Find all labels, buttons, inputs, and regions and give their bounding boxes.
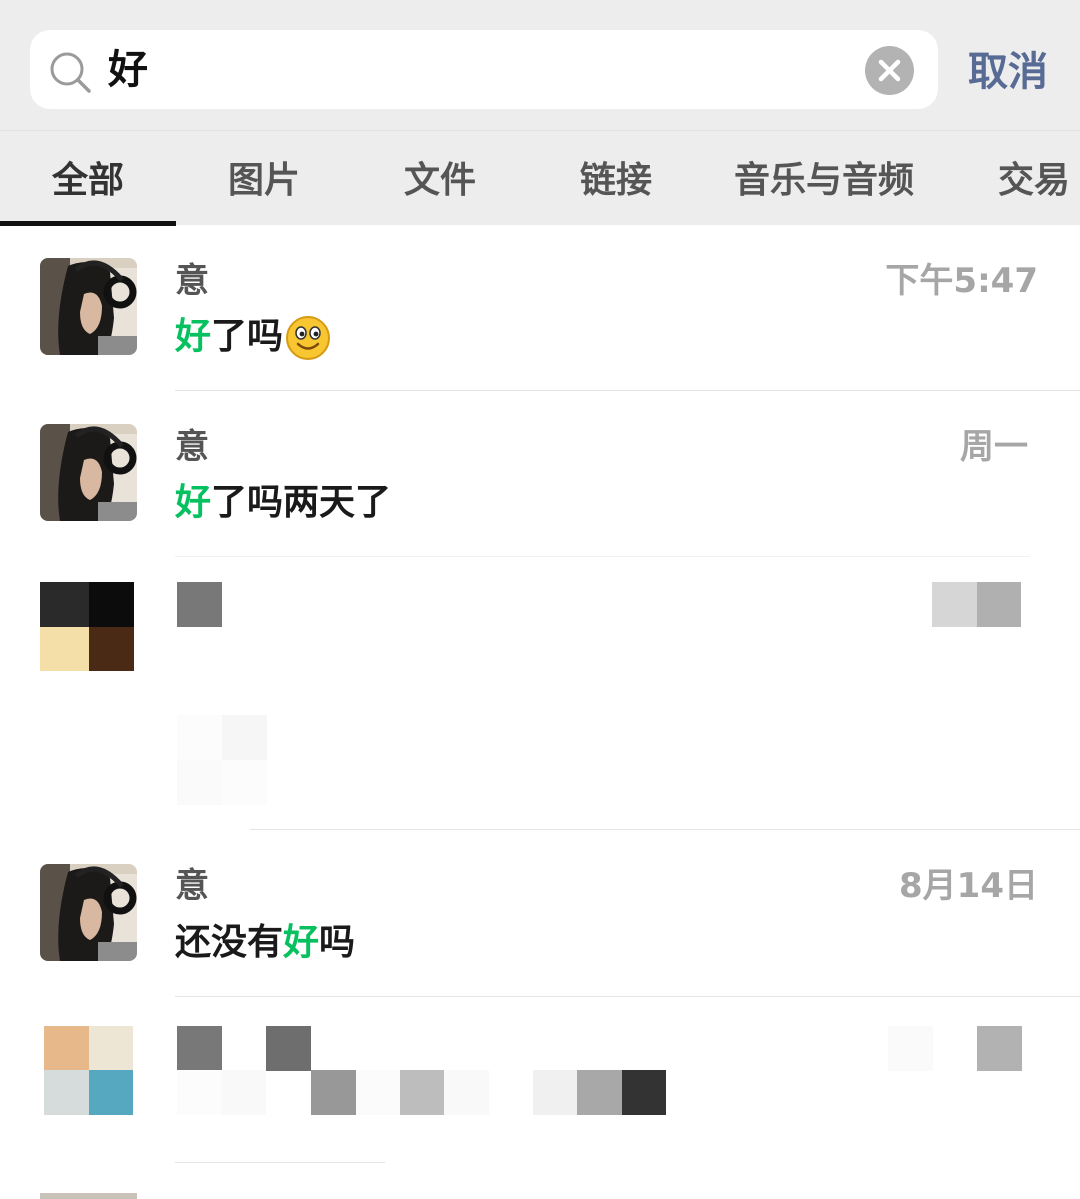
search-result-item[interactable] [0, 997, 1080, 1162]
censored-message [177, 1070, 666, 1115]
close-icon [878, 59, 901, 82]
tab-transactions[interactable]: 交易 [998, 159, 1070, 203]
avatar [40, 864, 137, 961]
search-result-item[interactable]: 意 下午5:47 好了吗 [0, 225, 1080, 391]
search-query-text[interactable]: 好 [108, 44, 148, 96]
tab-all[interactable]: 全部 [52, 159, 124, 203]
filter-tabs: 全部 图片 文件 链接 音乐与音频 交易 [0, 130, 1080, 226]
tab-links[interactable]: 链接 [580, 159, 652, 203]
search-result-item[interactable]: 意 8月14日 还没有好吗 [0, 830, 1080, 996]
message-preview: 好了吗两天了 [175, 478, 391, 528]
avatar [40, 424, 137, 521]
message-text: 了吗两天了 [211, 482, 392, 523]
search-header: 好 取消 [0, 0, 1080, 130]
message-time: 下午5:47 [885, 261, 1038, 301]
censored-name [177, 1026, 311, 1071]
censored-name [177, 582, 222, 627]
keyword-highlight: 好 [175, 316, 212, 357]
clear-search-button[interactable] [865, 46, 914, 95]
tab-music-audio[interactable]: 音乐与音频 [734, 159, 914, 203]
censored-time [932, 582, 1021, 627]
contact-name: 意 [175, 261, 209, 301]
tab-images[interactable]: 图片 [228, 159, 300, 203]
message-time: 8月14日 [899, 866, 1038, 906]
message-text: 吗 [319, 922, 356, 963]
message-time: 周一 [960, 427, 1028, 467]
avatar [40, 258, 137, 355]
tab-files[interactable]: 文件 [404, 159, 476, 203]
search-result-item[interactable]: 意 周一 好了吗两天了 [0, 391, 1080, 556]
smiley-icon [286, 316, 331, 360]
search-result-item[interactable] [0, 1163, 1080, 1199]
search-result-item[interactable] [0, 557, 1080, 829]
contact-name: 意 [175, 866, 209, 906]
censored-message [177, 715, 267, 805]
message-preview: 还没有好吗 [175, 918, 355, 968]
message-text: 了吗 [211, 316, 284, 357]
message-text: 还没有 [175, 922, 284, 963]
cancel-button[interactable]: 取消 [968, 46, 1048, 98]
contact-name: 意 [175, 427, 209, 467]
censored-time [888, 1026, 1022, 1071]
message-preview: 好了吗 [175, 312, 331, 362]
keyword-highlight: 好 [175, 482, 212, 523]
search-icon [50, 52, 91, 93]
avatar [40, 582, 134, 671]
avatar [40, 1193, 137, 1199]
search-input[interactable] [30, 30, 938, 109]
keyword-highlight: 好 [283, 922, 320, 963]
avatar [44, 1026, 133, 1115]
